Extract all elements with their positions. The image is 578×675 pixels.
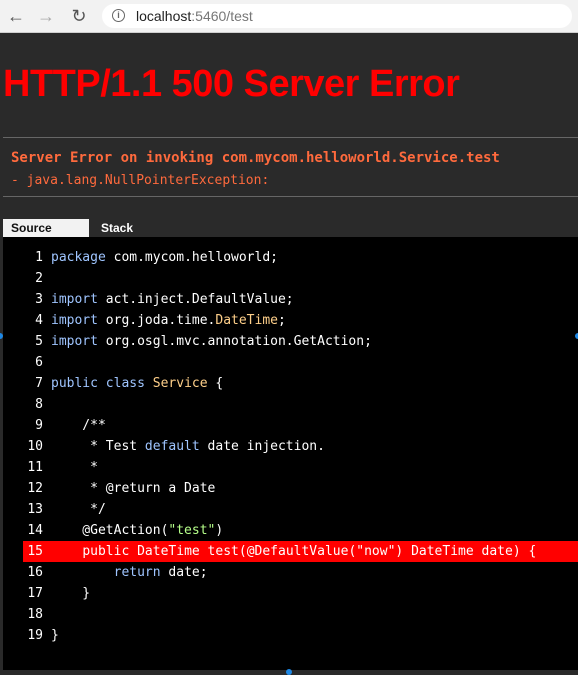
site-info-icon[interactable]: i: [112, 9, 125, 22]
line-code: }: [51, 586, 91, 601]
error-message: Server Error on invoking com.mycom.hello…: [11, 150, 500, 166]
line-code: *: [51, 460, 98, 475]
code-line: 17 }: [3, 583, 578, 604]
line-number: 1: [35, 250, 43, 265]
line-code: public class Service {: [51, 376, 224, 391]
page-title: HTTP/1.1 500 Server Error: [3, 63, 460, 105]
line-number: 2: [35, 271, 43, 286]
url-text: localhost:5460/test: [136, 8, 253, 24]
line-number: 8: [35, 397, 43, 412]
line-code: public DateTime test(@DefaultValue("now"…: [82, 544, 537, 559]
line-number: 18: [27, 607, 43, 622]
code-line: 19}: [3, 625, 578, 646]
line-code: * @return a Date: [51, 481, 216, 496]
code-line: 2: [3, 268, 578, 289]
code-line: 13 */: [3, 499, 578, 520]
source-code-panel: 1 package com.mycom.helloworld; 2 3 import a…: [3, 237, 578, 670]
error-summary: Server Error on invoking com.mycom.hello…: [3, 137, 578, 197]
code-line: 18: [3, 604, 578, 625]
line-code: }: [51, 628, 59, 643]
code-line: 5 import org.osgl.mvc.annotation.GetActio…: [3, 331, 578, 352]
code-line: 8: [3, 394, 578, 415]
tab-source-code[interactable]: Source code: [3, 219, 89, 253]
line-code: package com.mycom.helloworld;: [51, 250, 278, 265]
code-line: 6: [3, 352, 578, 373]
line-code: import org.joda.time.DateTime;: [51, 313, 286, 328]
line-number: 10: [27, 439, 43, 454]
line-number: 4: [35, 313, 43, 328]
code-line: 9 /**: [3, 415, 578, 436]
url-host: localhost: [136, 8, 192, 24]
code-line: 7 public class Service {: [3, 373, 578, 394]
line-number: 9: [35, 418, 43, 433]
line-number: 19: [27, 628, 43, 643]
line-number: 6: [35, 355, 43, 370]
address-bar[interactable]: i localhost:5460/test: [102, 4, 572, 28]
line-code: return date;: [113, 565, 208, 580]
forward-icon[interactable]: →: [36, 6, 56, 26]
line-number: 3: [35, 292, 43, 307]
url-path: :5460/test: [191, 8, 253, 24]
error-page: HTTP/1.1 500 Server Error Server Error o…: [0, 33, 578, 675]
code-line: 11 *: [3, 457, 578, 478]
line-number: 5: [35, 334, 43, 349]
line-code: * Test default date injection.: [51, 439, 325, 454]
error-detail: - java.lang.NullPointerException:: [11, 173, 270, 188]
line-number: 15: [27, 544, 43, 559]
back-icon[interactable]: ←: [6, 6, 26, 26]
line-number: 11: [27, 460, 43, 475]
code-line: 10 * Test default date injection.: [3, 436, 578, 457]
tab-stack-trace[interactable]: Stack Trace: [93, 219, 141, 253]
line-code: */: [51, 502, 106, 517]
line-number: 14: [27, 523, 43, 538]
resize-handle-bottom: [286, 669, 292, 675]
line-code: /**: [51, 418, 106, 433]
code-line: 16 return date;: [3, 562, 578, 583]
line-number: 13: [27, 502, 43, 517]
line-number: 7: [35, 376, 43, 391]
line-code: @GetAction("test"): [51, 523, 224, 538]
line-code: import org.osgl.mvc.annotation.GetAction…: [51, 334, 372, 349]
code-line: 14 @GetAction("test"): [3, 520, 578, 541]
line-number: 16: [27, 565, 43, 580]
code-line: 3 import act.inject.DefaultValue;: [3, 289, 578, 310]
line-code: import act.inject.DefaultValue;: [51, 292, 294, 307]
code-line: 4 import org.joda.time.DateTime;: [3, 310, 578, 331]
line-number: 17: [27, 586, 43, 601]
code-line: 1 package com.mycom.helloworld;: [3, 247, 578, 268]
code-line-highlighted: 15 public DateTime test(@DefaultValue("n…: [23, 541, 578, 562]
reload-icon[interactable]: ↻: [69, 6, 89, 26]
code-line: 12 * @return a Date: [3, 478, 578, 499]
line-number: 12: [27, 481, 43, 496]
browser-toolbar: ← → ↻ i localhost:5460/test: [0, 0, 578, 33]
